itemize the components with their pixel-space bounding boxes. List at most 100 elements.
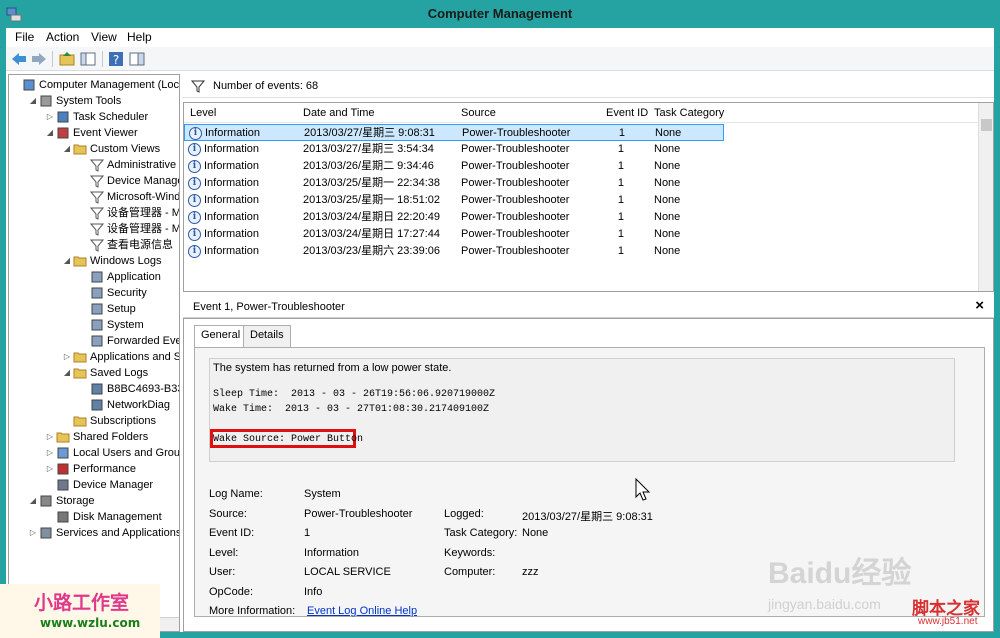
opcode-label: OpCode:	[209, 586, 254, 598]
cell-source: Power-Troubleshooter	[461, 160, 570, 172]
cell-task-category: None	[654, 177, 681, 189]
table-row[interactable]: i Information 2013/03/24/星期日 22:20:49 Power…	[184, 209, 724, 226]
expander-icon[interactable]: ◢	[28, 93, 38, 109]
tree-item[interactable]: System	[9, 317, 179, 333]
tree-item[interactable]: Application	[9, 269, 179, 285]
console-tree[interactable]: Computer Management (Local ◢ System Tools ▷…	[8, 74, 180, 632]
forward-arrow-icon[interactable]	[30, 50, 48, 68]
tree-item[interactable]: ◢ System Tools	[9, 93, 179, 109]
expander-icon[interactable]: ◢	[62, 365, 72, 381]
tree-item[interactable]: B8BC4693-B33B-	[9, 381, 179, 397]
window-title: Computer Management	[427, 6, 573, 21]
table-row[interactable]: i Information 2013/03/26/星期二 9:34:46 Power-…	[184, 158, 724, 175]
table-row[interactable]: i Information 2013/03/23/星期六 23:39:06 Power…	[184, 243, 724, 260]
information-icon: i	[189, 127, 202, 140]
logged-label: Logged:	[444, 508, 484, 520]
tree-item[interactable]: Device Manager	[9, 477, 179, 493]
cell-source: Power-Troubleshooter	[461, 228, 570, 240]
expander-icon[interactable]: ◢	[62, 141, 72, 157]
tree-item[interactable]: ◢ Storage	[9, 493, 179, 509]
tree-item[interactable]: ▷ Performance	[9, 461, 179, 477]
tree-item[interactable]: ◢ Custom Views	[9, 141, 179, 157]
tree-item[interactable]: ◢ Windows Logs	[9, 253, 179, 269]
source-value: Power-Troubleshooter	[304, 508, 413, 520]
expander-icon[interactable]: ▷	[45, 461, 55, 477]
tree-item[interactable]: Device Manager	[9, 173, 179, 189]
events-scrollbar[interactable]	[978, 103, 993, 291]
tree-item[interactable]: ▷ Applications and Se	[9, 349, 179, 365]
tab-details[interactable]: Details	[243, 325, 291, 347]
tree-item[interactable]: Computer Management (Local	[9, 77, 179, 93]
cell-task-category: None	[654, 160, 681, 172]
tools-icon	[39, 94, 53, 108]
col-date-time[interactable]: Date and Time	[303, 107, 375, 119]
tree-item-label: Disk Management	[73, 511, 162, 523]
event-log-online-help-link[interactable]: Event Log Online Help	[307, 605, 417, 617]
tree-item[interactable]: ▷ Local Users and Groups	[9, 445, 179, 461]
scrollbar-thumb[interactable]	[981, 119, 992, 131]
tree-item-label: Performance	[73, 463, 136, 475]
expander-icon[interactable]: ▷	[45, 445, 55, 461]
level-value: Information	[304, 547, 360, 559]
tree-item[interactable]: ▷ Services and Applications	[9, 525, 179, 541]
help-icon[interactable]: ?	[107, 50, 125, 68]
table-row[interactable]: i Information 2013/03/25/星期一 22:34:38 Power…	[184, 175, 724, 192]
expander-icon[interactable]: ◢	[62, 253, 72, 269]
menu-view[interactable]: View	[91, 30, 117, 44]
up-folder-icon[interactable]	[58, 50, 76, 68]
col-source[interactable]: Source	[461, 107, 496, 119]
tree-item[interactable]: Subscriptions	[9, 413, 179, 429]
tab-general[interactable]: General	[194, 325, 248, 348]
tree-item[interactable]: ▷ Shared Folders	[9, 429, 179, 445]
tree-item[interactable]: 设备管理器 - M:	[9, 205, 179, 221]
tree-item[interactable]: ◢ Event Viewer	[9, 125, 179, 141]
expander-icon[interactable]: ▷	[45, 109, 55, 125]
menu-action[interactable]: Action	[46, 30, 79, 44]
expander-icon[interactable]: ▷	[28, 525, 38, 541]
table-row[interactable]: i Information 2013/03/25/星期一 18:51:02 Power…	[184, 192, 724, 209]
expander-icon[interactable]: ◢	[45, 125, 55, 141]
cell-task-category: None	[655, 127, 682, 139]
menu-help[interactable]: Help	[127, 30, 152, 44]
filter-icon	[89, 158, 105, 172]
col-level[interactable]: Level	[190, 107, 216, 119]
information-icon: i	[188, 194, 201, 207]
filter-icon[interactable]	[191, 79, 205, 93]
expander-icon[interactable]: ▷	[45, 429, 55, 445]
menu-file[interactable]: File	[15, 30, 34, 44]
tree-item[interactable]: Administrative E	[9, 157, 179, 173]
baidu-url-watermark: jingyan.baidu.com	[768, 596, 881, 612]
tree-item[interactable]: 查看电源信息	[9, 237, 179, 253]
event-description[interactable]: The system has returned from a low power…	[209, 358, 955, 462]
show-action-pane-icon[interactable]	[128, 50, 146, 68]
table-header: Level Date and Time Source Event ID Task…	[184, 103, 979, 123]
cell-level: Information	[204, 194, 260, 206]
expander-icon[interactable]: ▷	[62, 349, 72, 365]
table-row[interactable]: i Information 2013/03/24/星期日 17:27:44 Power…	[184, 226, 724, 243]
table-row[interactable]: i Information 2013/03/27/星期三 9:08:31 Power-…	[184, 124, 724, 141]
tree-item[interactable]: NetworkDiag	[9, 397, 179, 413]
expander-icon[interactable]: ◢	[28, 493, 38, 509]
tree-item-label: Forwarded Event	[107, 335, 179, 347]
back-arrow-icon[interactable]	[10, 50, 28, 68]
table-row[interactable]: i Information 2013/03/27/星期三 3:54:34 Power-…	[184, 141, 724, 158]
cell-event-id: 1	[618, 127, 625, 139]
computer-label: Computer:	[444, 566, 496, 578]
tree-item[interactable]: 设备管理器 - M:	[9, 221, 179, 237]
show-hide-console-tree-icon[interactable]	[79, 50, 97, 68]
task-category-value: None	[522, 527, 549, 539]
col-task-category[interactable]: Task Category	[654, 107, 724, 119]
col-event-id[interactable]: Event ID	[606, 107, 648, 119]
tree-item[interactable]: Security	[9, 285, 179, 301]
tree-item[interactable]: Microsoft-Windo	[9, 189, 179, 205]
log-icon	[90, 270, 104, 284]
performance-icon	[56, 462, 70, 476]
tree-item[interactable]: Disk Management	[9, 509, 179, 525]
close-icon[interactable]: ×	[975, 297, 984, 314]
tree-item[interactable]: Forwarded Event	[9, 333, 179, 349]
tree-item[interactable]: ▷ Task Scheduler	[9, 109, 179, 125]
log-name-label: Log Name:	[209, 488, 263, 500]
tree-item[interactable]: ◢ Saved Logs	[9, 365, 179, 381]
events-table[interactable]: Level Date and Time Source Event ID Task…	[183, 102, 994, 292]
tree-item[interactable]: Setup	[9, 301, 179, 317]
